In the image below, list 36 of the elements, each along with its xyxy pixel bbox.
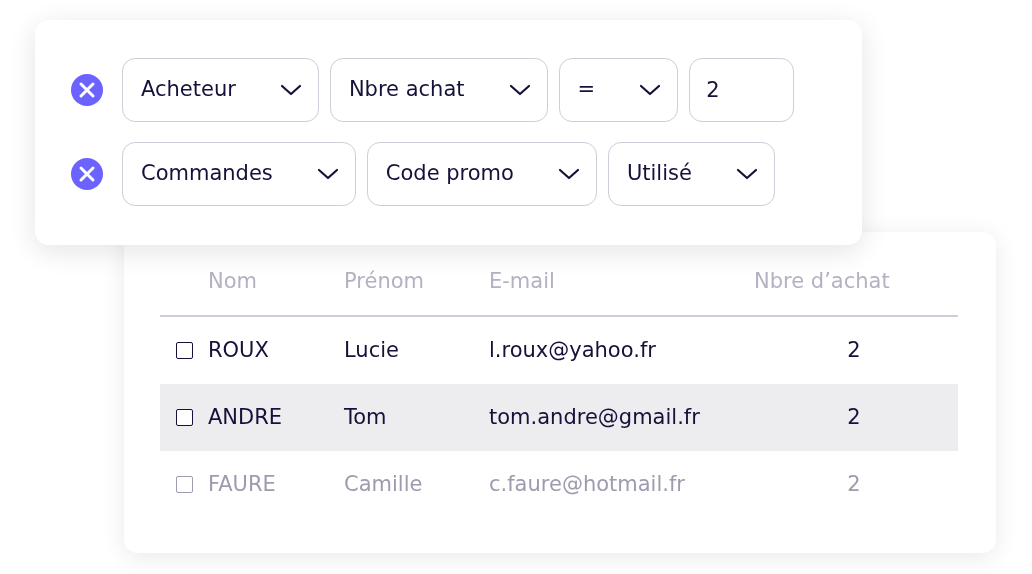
remove-icon[interactable] [71, 74, 103, 106]
dropdown[interactable]: = [558, 58, 679, 122]
checkbox[interactable] [175, 409, 193, 426]
chevron-icon [639, 83, 662, 97]
checkbox[interactable] [175, 476, 193, 493]
table-cell: tom.andre@gmail.fr [489, 404, 700, 429]
table-cell: 2 [847, 404, 861, 429]
column-header: Nom [208, 268, 258, 295]
chevron-icon [557, 167, 580, 181]
dropdown[interactable]: Acheteur [122, 58, 319, 122]
table-cell: l.roux@yahoo.fr [489, 337, 656, 362]
table-cell: ROUX [208, 337, 269, 362]
column-header: E-mail [489, 268, 556, 295]
table-cell: ANDRE [208, 404, 283, 429]
dropdown[interactable]: Commandes [122, 142, 356, 206]
table-cell: Lucie [344, 337, 399, 362]
input-field[interactable]: 2 [689, 58, 795, 122]
column-header: Nbre d’achat [754, 268, 891, 295]
checkbox[interactable] [175, 342, 193, 359]
remove-icon[interactable] [71, 158, 103, 190]
chevron-icon [508, 83, 531, 97]
column-header: Prénom [344, 268, 425, 295]
table-cell: FAURE [208, 471, 276, 496]
dropdown[interactable]: Nbre achat [329, 58, 548, 122]
table-cell: 2 [847, 471, 861, 496]
table-row[interactable]: ANDRE Tom tom.andre@gmail.fr 2 [160, 384, 958, 451]
table-cell: 2 [847, 337, 861, 362]
table-cell: Camille [344, 471, 423, 496]
table-cell: c.faure@hotmail.fr [489, 471, 685, 496]
chevron-icon [735, 167, 758, 181]
dropdown[interactable]: Utilisé [607, 142, 775, 206]
chevron-icon [279, 83, 302, 97]
table-row[interactable]: ROUX Lucie l.roux@yahoo.fr 2 [160, 317, 958, 384]
chevron-icon [316, 167, 339, 181]
table-cell: Tom [344, 404, 387, 429]
dropdown[interactable]: Code promo [366, 142, 597, 206]
